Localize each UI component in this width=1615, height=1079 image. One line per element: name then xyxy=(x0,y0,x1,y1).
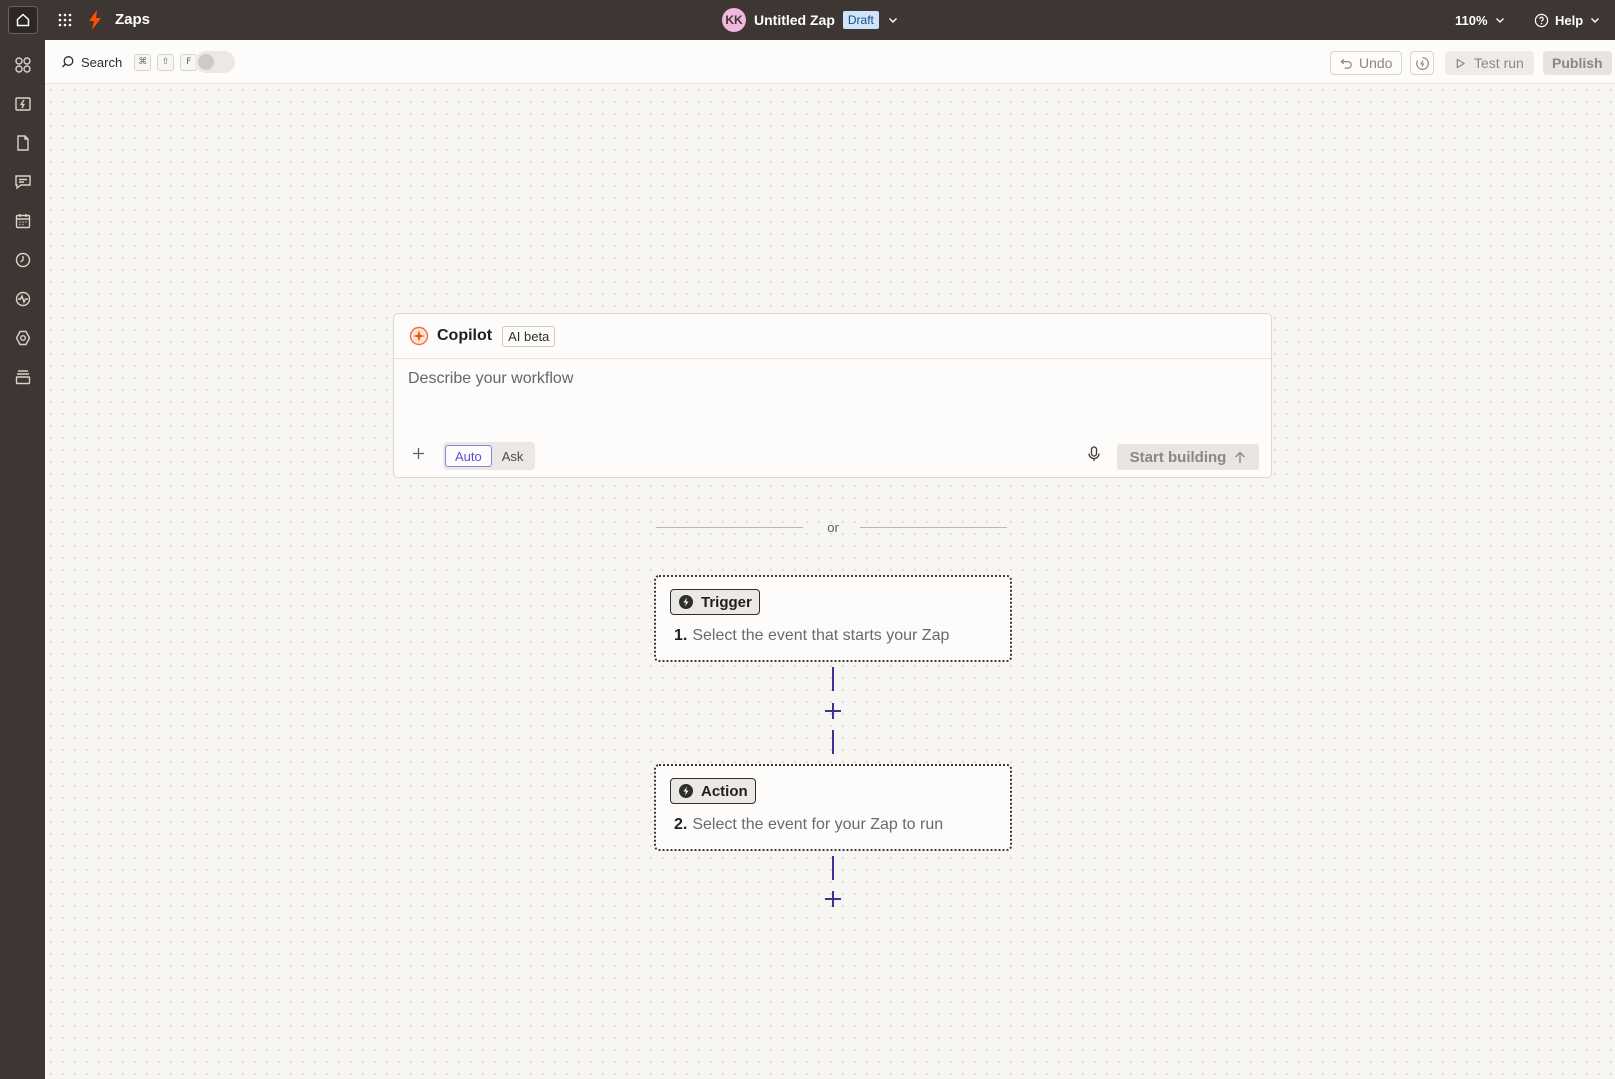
connector-line xyxy=(832,667,834,691)
start-building-label: Start building xyxy=(1129,448,1227,466)
zap-bolt-icon xyxy=(88,10,102,30)
toggle-knob xyxy=(198,54,214,70)
step-type-icon xyxy=(678,783,694,799)
arrow-up-icon xyxy=(1234,451,1246,464)
action-step-card[interactable]: Action 2. Select the event for your Zap t… xyxy=(654,764,1012,851)
connector-line xyxy=(832,856,834,880)
app-title[interactable]: Zaps xyxy=(115,9,150,29)
step-description-text: Select the event for your Zap to run xyxy=(692,816,944,833)
workflow-description-input[interactable] xyxy=(408,370,1248,420)
settings-icon[interactable] xyxy=(12,327,34,349)
connector-line xyxy=(832,730,834,754)
zoom-menu[interactable]: 110% xyxy=(1455,10,1506,30)
undo-icon xyxy=(1340,57,1353,70)
voice-input-button[interactable] xyxy=(1084,444,1104,464)
action-label: Action xyxy=(701,782,748,800)
search-label: Search xyxy=(81,54,123,70)
start-building-button[interactable]: Start building xyxy=(1117,444,1259,470)
app-launcher-button[interactable] xyxy=(55,10,75,30)
plus-icon xyxy=(824,702,842,720)
zap-name[interactable]: Untitled Zap xyxy=(754,12,835,28)
divider-or-text: or xyxy=(827,520,839,535)
home-icon xyxy=(15,12,31,28)
action-description: 2. Select the event for your Zap to run xyxy=(674,816,943,834)
divider-line-right xyxy=(860,527,1007,528)
publish-button[interactable]: Publish xyxy=(1543,51,1612,75)
undo-label: Undo xyxy=(1359,55,1393,71)
chat-icon[interactable] xyxy=(12,171,34,193)
action-chip: Action xyxy=(670,778,756,804)
mode-ask-option[interactable]: Ask xyxy=(492,445,534,467)
chevron-down-icon xyxy=(1589,14,1601,26)
plus-icon xyxy=(824,890,842,908)
step-number: 1. xyxy=(674,627,688,644)
test-run-button[interactable]: Test run xyxy=(1445,51,1534,75)
ai-beta-badge: AI beta xyxy=(502,325,556,347)
status-badge: Draft xyxy=(842,11,879,29)
copilot-header: Copilot AI beta xyxy=(394,314,1271,359)
toggle-switch[interactable] xyxy=(195,51,235,73)
home-button[interactable] xyxy=(8,6,38,34)
divider-line-left xyxy=(656,527,803,528)
mode-auto-option[interactable]: Auto xyxy=(445,445,492,467)
step-type-icon xyxy=(678,594,694,610)
attach-button[interactable] xyxy=(410,445,426,461)
help-menu[interactable]: Help xyxy=(1534,10,1601,30)
history-icon xyxy=(1415,56,1430,71)
sidebar xyxy=(0,40,45,1079)
history-icon[interactable] xyxy=(12,249,34,271)
help-label: Help xyxy=(1555,12,1584,28)
trigger-chip: Trigger xyxy=(670,589,760,615)
trigger-description: 1. Select the event that starts your Zap xyxy=(674,627,949,645)
shortcut-key: ⌘ xyxy=(134,53,152,71)
test-run-label: Test run xyxy=(1474,55,1524,71)
chevron-down-icon xyxy=(1494,14,1506,26)
play-icon xyxy=(1455,58,1466,69)
grid-icon xyxy=(58,13,72,27)
zap-canvas[interactable]: Copilot AI beta Auto Ask Start building … xyxy=(45,84,1615,1079)
search-icon xyxy=(61,55,75,69)
copilot-logo-icon xyxy=(409,326,429,346)
zap-title-menu[interactable]: KK Untitled Zap Draft xyxy=(722,7,899,33)
zap-inbox-icon[interactable] xyxy=(12,93,34,115)
apps-icon[interactable] xyxy=(12,54,34,76)
add-step-button[interactable] xyxy=(823,701,843,721)
copilot-panel: Copilot AI beta Auto Ask Start building xyxy=(393,313,1272,478)
add-step-button[interactable] xyxy=(823,889,843,909)
activity-icon[interactable] xyxy=(12,288,34,310)
search-button[interactable]: Search ⌘ ⇧ F xyxy=(61,52,198,72)
step-description-text: Select the event that starts your Zap xyxy=(692,627,950,644)
copilot-title: Copilot xyxy=(437,327,493,344)
microphone-icon xyxy=(1087,446,1101,462)
editor-toolbar: Search ⌘ ⇧ F Undo Test run Publish xyxy=(45,40,1615,84)
calendar-icon[interactable] xyxy=(12,210,34,232)
shortcut-key: ⇧ xyxy=(157,53,175,71)
avatar: KK xyxy=(722,8,746,32)
mode-selector: Auto Ask xyxy=(443,442,536,470)
top-bar: Zaps KK Untitled Zap Draft 110% Help xyxy=(0,0,1615,40)
trigger-step-card[interactable]: Trigger 1. Select the event that starts y… xyxy=(654,575,1012,662)
undo-button[interactable]: Undo xyxy=(1330,51,1403,75)
layers-icon[interactable] xyxy=(12,366,34,388)
trigger-label: Trigger xyxy=(701,593,752,611)
help-icon xyxy=(1534,13,1549,28)
step-number: 2. xyxy=(674,816,688,833)
plus-icon xyxy=(412,447,425,460)
chevron-down-icon[interactable] xyxy=(887,14,899,26)
zoom-level: 110% xyxy=(1455,12,1488,28)
file-icon[interactable] xyxy=(12,132,34,154)
version-history-button[interactable] xyxy=(1410,51,1434,75)
